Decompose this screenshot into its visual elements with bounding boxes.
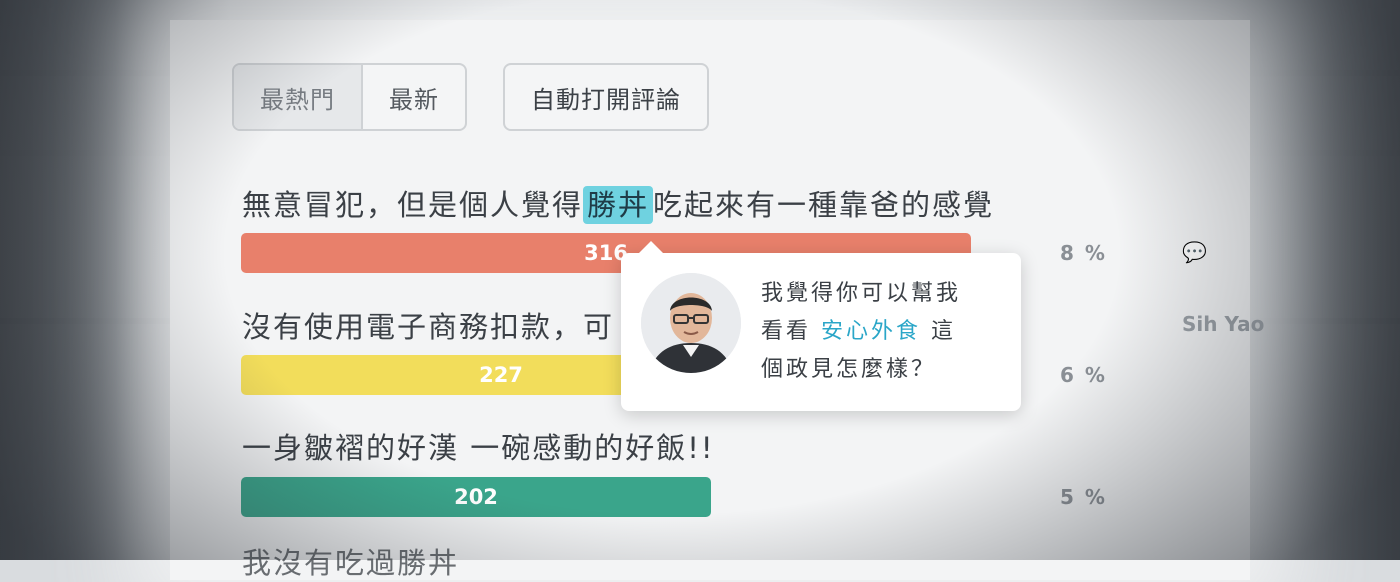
- comment-text-before: 一身皺褶的好漢 一碗感動的好飯!!: [242, 431, 715, 465]
- tooltip-text: 看看: [761, 319, 812, 344]
- sort-tab-group: 最熱門 最新: [232, 63, 467, 131]
- tab-latest[interactable]: 最新: [363, 65, 465, 129]
- comment-text-after: 吃起來有一種靠爸的感覺: [653, 188, 995, 222]
- vote-percent: 8 %: [1060, 241, 1107, 265]
- tooltip-text: 這: [931, 319, 957, 344]
- comment-text-before: 沒有使用電子商務扣款，可: [242, 310, 615, 344]
- vote-count: 227: [479, 363, 523, 387]
- tooltip-line: 個政見怎麼樣？: [761, 357, 937, 382]
- auto-open-comments-button[interactable]: 自動打開評論: [503, 63, 709, 131]
- tab-hot[interactable]: 最熱門: [234, 65, 363, 129]
- comment-text[interactable]: 沒有使用電子商務扣款，可: [242, 304, 614, 346]
- avatar: [641, 273, 741, 373]
- tooltip-message: 我覺得你可以幫我 看看 安心外食 這 個政見怎麼樣？: [761, 275, 1001, 389]
- vote-count: 202: [454, 485, 498, 509]
- vote-bar[interactable]: 202: [241, 477, 711, 517]
- sort-tabs: 最熱門 最新 自動打開評論: [232, 63, 709, 131]
- author-name: Sih Yao: [1182, 312, 1265, 336]
- comment-icon: 💬: [1182, 240, 1207, 264]
- comment-text[interactable]: 一身皺褶的好漢 一碗感動的好飯!!: [242, 425, 714, 467]
- vote-percent: 6 %: [1060, 363, 1107, 387]
- comment-text-partial: 我沒有吃過勝丼: [242, 546, 460, 580]
- candidate-tooltip: 我覺得你可以幫我 看看 安心外食 這 個政見怎麼樣？: [621, 241, 1021, 411]
- tooltip-line: 看看 安心外食 這: [761, 313, 1001, 351]
- policy-link[interactable]: 安心外食: [821, 319, 921, 344]
- highlighted-keyword[interactable]: 勝丼: [583, 186, 654, 224]
- comment-text-before: 無意冒犯，但是個人覺得: [242, 188, 584, 222]
- tooltip-line: 我覺得你可以幫我: [761, 281, 962, 306]
- vote-percent: 5 %: [1060, 485, 1107, 509]
- comment-text[interactable]: 無意冒犯，但是個人覺得 勝丼 吃起來有一種靠爸的感覺: [242, 182, 994, 224]
